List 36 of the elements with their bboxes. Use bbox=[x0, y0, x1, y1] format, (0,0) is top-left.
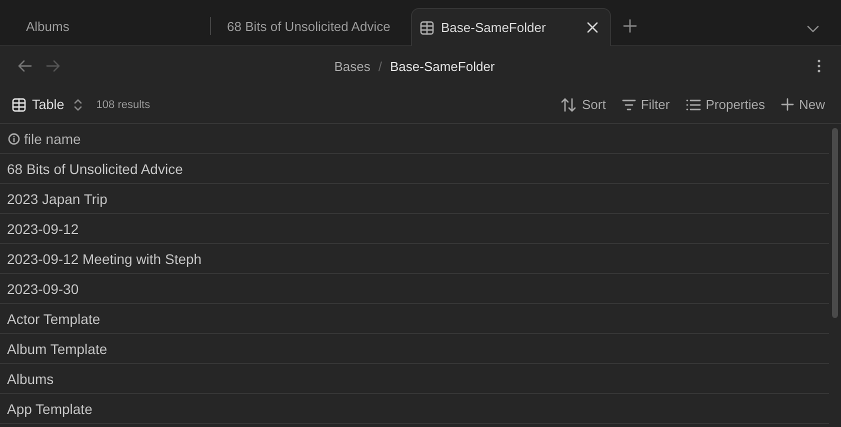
filter-button[interactable]: Filter bbox=[622, 97, 670, 112]
table-cell-text: 2023 Japan Trip bbox=[6, 190, 108, 206]
breadcrumb-item[interactable]: Bases bbox=[334, 58, 370, 74]
plus-icon bbox=[780, 98, 794, 111]
sort-icon bbox=[561, 98, 577, 112]
view-selector[interactable]: Table bbox=[12, 97, 82, 112]
table-cell-text: Actor Template bbox=[6, 310, 100, 326]
table-cell-text: 2023-09-12 bbox=[6, 220, 79, 236]
sort-button[interactable]: Sort bbox=[561, 97, 606, 112]
more-options-icon[interactable] bbox=[817, 59, 821, 73]
filter-icon bbox=[622, 98, 636, 110]
table-cell-text: App Template bbox=[6, 400, 92, 416]
table-cell-text: 68 Bits of Unsolicited Advice bbox=[6, 160, 183, 176]
table-cell-text: Album Template bbox=[6, 340, 108, 356]
tab[interactable]: Base-SameFolder bbox=[411, 8, 611, 46]
breadcrumb-item[interactable]: Base-SameFolder bbox=[390, 58, 495, 74]
new-button[interactable]: New bbox=[780, 97, 825, 112]
updown-icon bbox=[74, 98, 82, 110]
info-icon bbox=[8, 132, 20, 144]
result-count: 108 results bbox=[96, 98, 150, 110]
plus-icon[interactable] bbox=[623, 19, 637, 33]
scrollbar[interactable] bbox=[832, 128, 838, 318]
breadcrumb-separator: / bbox=[378, 58, 382, 74]
tab[interactable]: 68 Bits of Unsolicited Advice bbox=[211, 8, 411, 45]
table-cell-text: Albums bbox=[6, 370, 54, 386]
table-icon bbox=[12, 98, 26, 112]
list-icon bbox=[686, 98, 701, 110]
table-cell-text: 2023-09-12 Meeting with Steph bbox=[6, 250, 202, 266]
table-cell-text: 2023-09-30 bbox=[6, 280, 79, 296]
chevron-down-icon[interactable] bbox=[807, 25, 819, 33]
tab[interactable]: Albums bbox=[10, 8, 210, 45]
table-icon bbox=[420, 20, 434, 34]
close-icon[interactable] bbox=[587, 22, 598, 33]
column-header[interactable]: file name bbox=[20, 130, 81, 146]
back-arrow-icon[interactable] bbox=[18, 60, 32, 72]
properties-button[interactable]: Properties bbox=[686, 97, 765, 112]
